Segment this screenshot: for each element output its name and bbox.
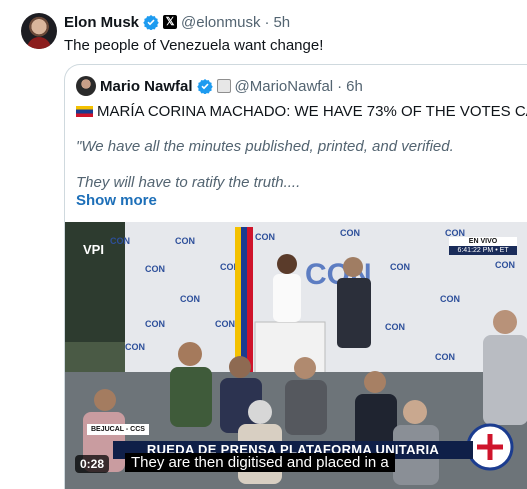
quoted-title-text: MARÍA CORINA MACHADO: WE HAVE 73% OF THE… [97, 103, 527, 120]
channel-logo: VPI [83, 242, 104, 257]
live-label: EN VIVO [449, 237, 517, 246]
post-time[interactable]: 5h [273, 14, 290, 31]
author-name[interactable]: Elon Musk [64, 14, 139, 31]
quoted-post-time[interactable]: 6h [346, 78, 363, 95]
quoted-author-name[interactable]: Mario Nawfal [100, 78, 193, 95]
subtitle-caption: They are then digitised and placed in a [125, 453, 395, 472]
tweet[interactable]: Elon Musk 𝕏 @elonmusk · 5h The people of… [0, 0, 527, 489]
quoted-avatar[interactable] [76, 76, 96, 96]
tweet-header: Elon Musk 𝕏 @elonmusk · 5h [64, 12, 290, 32]
svg-text:CON: CON [110, 236, 130, 246]
verified-badge-icon [196, 79, 213, 94]
show-more-link[interactable]: Show more [76, 192, 157, 209]
video-player[interactable]: CON CON CON CON CON CON CON CON CON CON … [65, 222, 527, 489]
author-avatar[interactable] [21, 13, 57, 49]
x-affiliate-icon: 𝕏 [163, 15, 178, 29]
svg-text:CON: CON [385, 322, 405, 332]
svg-text:CON: CON [255, 232, 275, 242]
svg-text:CON: CON [495, 260, 515, 270]
quoted-line-2: They will have to ratify the truth.... [76, 174, 301, 191]
svg-text:CON: CON [145, 319, 165, 329]
svg-text:CON: CON [440, 294, 460, 304]
svg-text:CON: CON [180, 294, 200, 304]
svg-text:CON: CON [435, 352, 455, 362]
svg-text:CON: CON [125, 342, 145, 352]
svg-text:CON: CON [175, 236, 195, 246]
svg-text:CON: CON [340, 228, 360, 238]
quoted-header: Mario Nawfal @MarioNawfal · 6h [76, 76, 363, 96]
quoted-line-1: "We have all the minutes published, prin… [76, 138, 454, 155]
svg-text:CON: CON [145, 264, 165, 274]
quoted-tweet[interactable]: Mario Nawfal @MarioNawfal · 6h MARÍA COR… [64, 64, 527, 489]
quoted-author-handle[interactable]: @MarioNawfal [235, 78, 334, 95]
flag-icon [76, 106, 93, 117]
quoted-title: MARÍA CORINA MACHADO: WE HAVE 73% OF THE… [76, 103, 527, 120]
dot-separator: · [264, 13, 270, 31]
location-tag: BEJUCAL - CCS [87, 424, 149, 435]
svg-text:CON: CON [390, 262, 410, 272]
post-text: The people of Venezuela want change! [64, 37, 324, 54]
dot-separator: · [337, 77, 343, 95]
verified-badge-icon [143, 15, 159, 30]
live-indicator: EN VIVO 6:41:22 PM • ET [449, 237, 517, 255]
author-handle[interactable]: @elonmusk [181, 14, 260, 31]
svg-text:CON: CON [215, 319, 235, 329]
affiliate-badge-icon [216, 79, 231, 93]
live-time: 6:41:22 PM • ET [449, 246, 517, 255]
video-duration: 0:28 [75, 455, 110, 473]
